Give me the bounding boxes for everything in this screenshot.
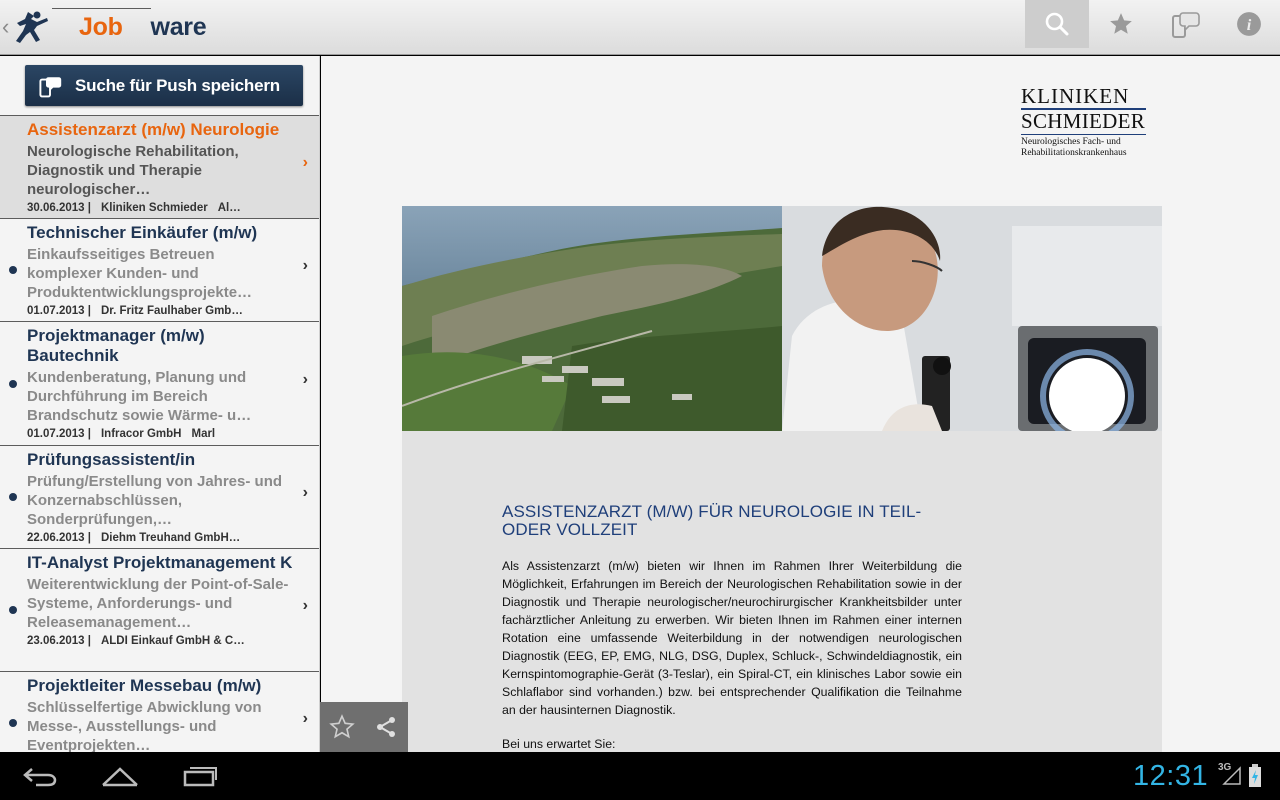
chevron-right-icon: › — [302, 710, 308, 727]
push-icon — [39, 76, 62, 97]
job-list-item[interactable]: Technischer Einkäufer (m/w) Einkaufsseit… — [0, 218, 319, 321]
job-title: Projektleiter Messebau (m/w) — [27, 676, 262, 695]
job-body-text: Als Assistenzarzt (m/w) bieten wir Ihnen… — [502, 559, 962, 717]
action-bar: ‹ Job ware i — [0, 0, 1280, 55]
back-chevron-icon[interactable]: ‹ — [2, 14, 9, 40]
unread-dot-icon — [9, 493, 17, 501]
app-logo[interactable]: Job ware — [14, 7, 207, 45]
info-button[interactable]: i — [1217, 0, 1280, 48]
header-photos — [402, 206, 1162, 431]
job-description: Einkaufsseitiges Betreuen komplexer Kund… — [27, 246, 253, 301]
job-meta: 23.06.2013 | ALDI Einkauf GmbH & C… — [27, 635, 245, 647]
favorites-button[interactable] — [1089, 0, 1153, 48]
svg-text:i: i — [1247, 16, 1252, 34]
system-navigation-bar: 12:31 3G — [0, 752, 1280, 800]
recent-apps-button[interactable] — [160, 758, 240, 794]
status-clock: 12:31 — [1133, 760, 1209, 792]
job-list: Assistenzarzt (m/w) Neurologie Neurologi… — [0, 115, 319, 752]
job-meta: 30.06.2013 | Kliniken Schmieder Al… — [27, 202, 241, 214]
job-description: Neurologische Rehabilitation, Diagnostik… — [27, 143, 239, 198]
job-list-item[interactable]: Projektleiter Messebau (m/w) Schlüsselfe… — [0, 671, 319, 752]
info-icon: i — [1237, 12, 1261, 36]
job-description: Weiterentwicklung der Point-of-Sale-Syst… — [27, 576, 289, 631]
job-headline: ASSISTENZARZT (M/W) FÜR NEUROLOGIE IN TE… — [502, 502, 922, 539]
back-icon — [23, 768, 57, 787]
job-meta: 01.07.2013 | Infracor GmbH Marl — [27, 428, 216, 440]
clinic-logo: KLINIKEN SCHMIEDER Neurologisches Fach- … — [1021, 84, 1146, 158]
signal-icon — [1222, 766, 1241, 785]
job-list-panel: Suche für Push speichern Assistenzarzt (… — [0, 56, 320, 752]
job-list-item[interactable]: IT-Analyst Projektmanagement Kassensyste… — [0, 548, 319, 671]
battery-charging-icon — [1249, 764, 1261, 787]
push-icon — [1172, 12, 1200, 38]
expectations-heading: Bei uns erwartet Sie: — [502, 737, 616, 751]
job-detail-panel: KLINIKEN SCHMIEDER Neurologisches Fach- … — [321, 56, 1280, 752]
job-meta: 01.07.2013 | Dr. Fritz Faulhaber Gmb… — [27, 305, 243, 317]
search-button[interactable] — [1025, 0, 1089, 48]
job-meta: 22.06.2013 | Diehm Treuhand GmbH… — [27, 532, 241, 544]
aerial-photo — [402, 206, 782, 431]
app-name: Job ware — [52, 7, 207, 43]
job-title: Assistenzarzt (m/w) Neurologie — [27, 120, 280, 139]
job-title: IT-Analyst Projektmanagement Kassensyste… — [27, 553, 292, 572]
job-list-item[interactable]: Projektmanager (m/w) Bautechnik Kundenbe… — [0, 321, 319, 445]
recent-apps-icon — [183, 767, 217, 787]
unread-dot-icon — [9, 606, 17, 614]
job-title: Projektmanager (m/w) Bautechnik — [27, 326, 205, 365]
chevron-right-icon: › — [302, 257, 308, 274]
share-button[interactable] — [364, 702, 408, 752]
job-description: Prüfung/Erstellung von Jahres- und Konze… — [27, 473, 283, 528]
share-icon — [377, 717, 395, 737]
job-description: Schlüsselfertige Abwicklung von Messe-, … — [27, 699, 262, 752]
job-list-item[interactable]: Prüfungsassistent/in Prüfung/Erstellung … — [0, 445, 319, 548]
home-icon — [102, 767, 138, 787]
home-button[interactable] — [80, 758, 160, 794]
unread-dot-icon — [9, 380, 17, 388]
job-title: Prüfungsassistent/in — [27, 450, 196, 469]
doctor-photo — [782, 206, 1162, 431]
chevron-right-icon: › — [302, 154, 308, 171]
chevron-right-icon: › — [302, 597, 308, 614]
chevron-right-icon: › — [302, 484, 308, 501]
chevron-right-icon: › — [302, 371, 308, 388]
unread-dot-icon — [9, 719, 17, 727]
job-description-card: ASSISTENZARZT (M/W) FÜR NEUROLOGIE IN TE… — [402, 431, 1162, 752]
save-search-label: Suche für Push speichern — [75, 75, 280, 95]
back-button[interactable] — [0, 758, 80, 794]
favorite-button[interactable] — [320, 702, 364, 752]
push-button[interactable] — [1153, 0, 1217, 48]
search-icon — [1045, 12, 1069, 36]
save-search-push-button[interactable]: Suche für Push speichern — [25, 65, 303, 106]
job-description: Kundenberatung, Planung und Durchführung… — [27, 369, 252, 424]
jobware-runner-icon — [16, 11, 48, 43]
unread-dot-icon — [9, 266, 17, 274]
star-outline-icon — [329, 714, 355, 739]
star-icon — [1110, 13, 1132, 34]
job-title: Technischer Einkäufer (m/w) — [27, 223, 258, 242]
job-list-item[interactable]: Assistenzarzt (m/w) Neurologie Neurologi… — [0, 115, 319, 218]
detail-actions — [320, 702, 408, 752]
